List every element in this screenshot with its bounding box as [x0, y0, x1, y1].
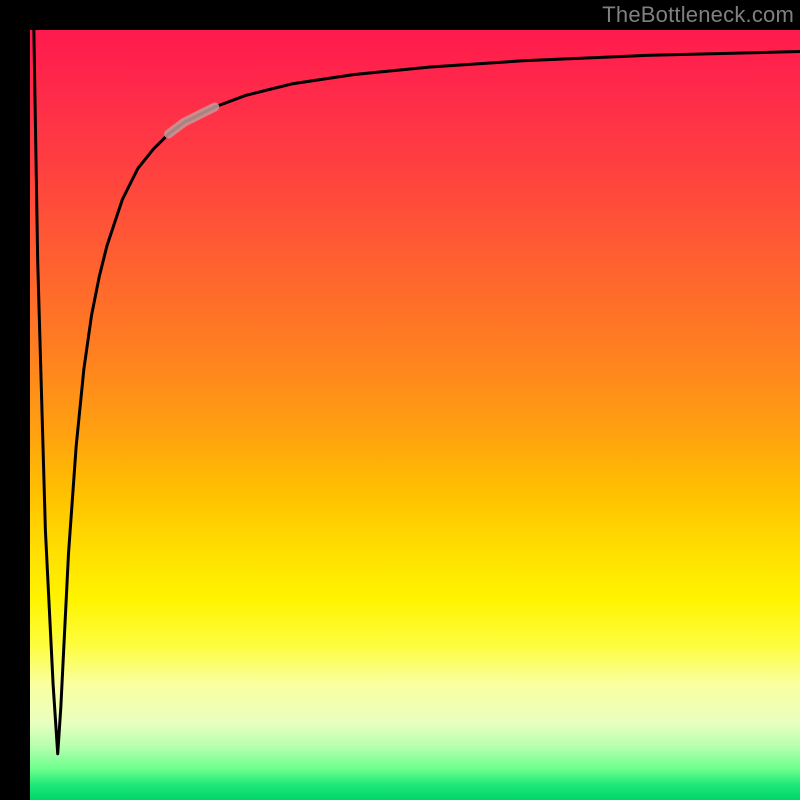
chart-frame: TheBottleneck.com: [0, 0, 800, 800]
curve-highlight-segment: [169, 107, 215, 134]
plot-area: [30, 30, 800, 800]
curve-layer: [30, 30, 800, 800]
watermark-label: TheBottleneck.com: [602, 2, 794, 28]
bottleneck-curve: [34, 30, 800, 754]
